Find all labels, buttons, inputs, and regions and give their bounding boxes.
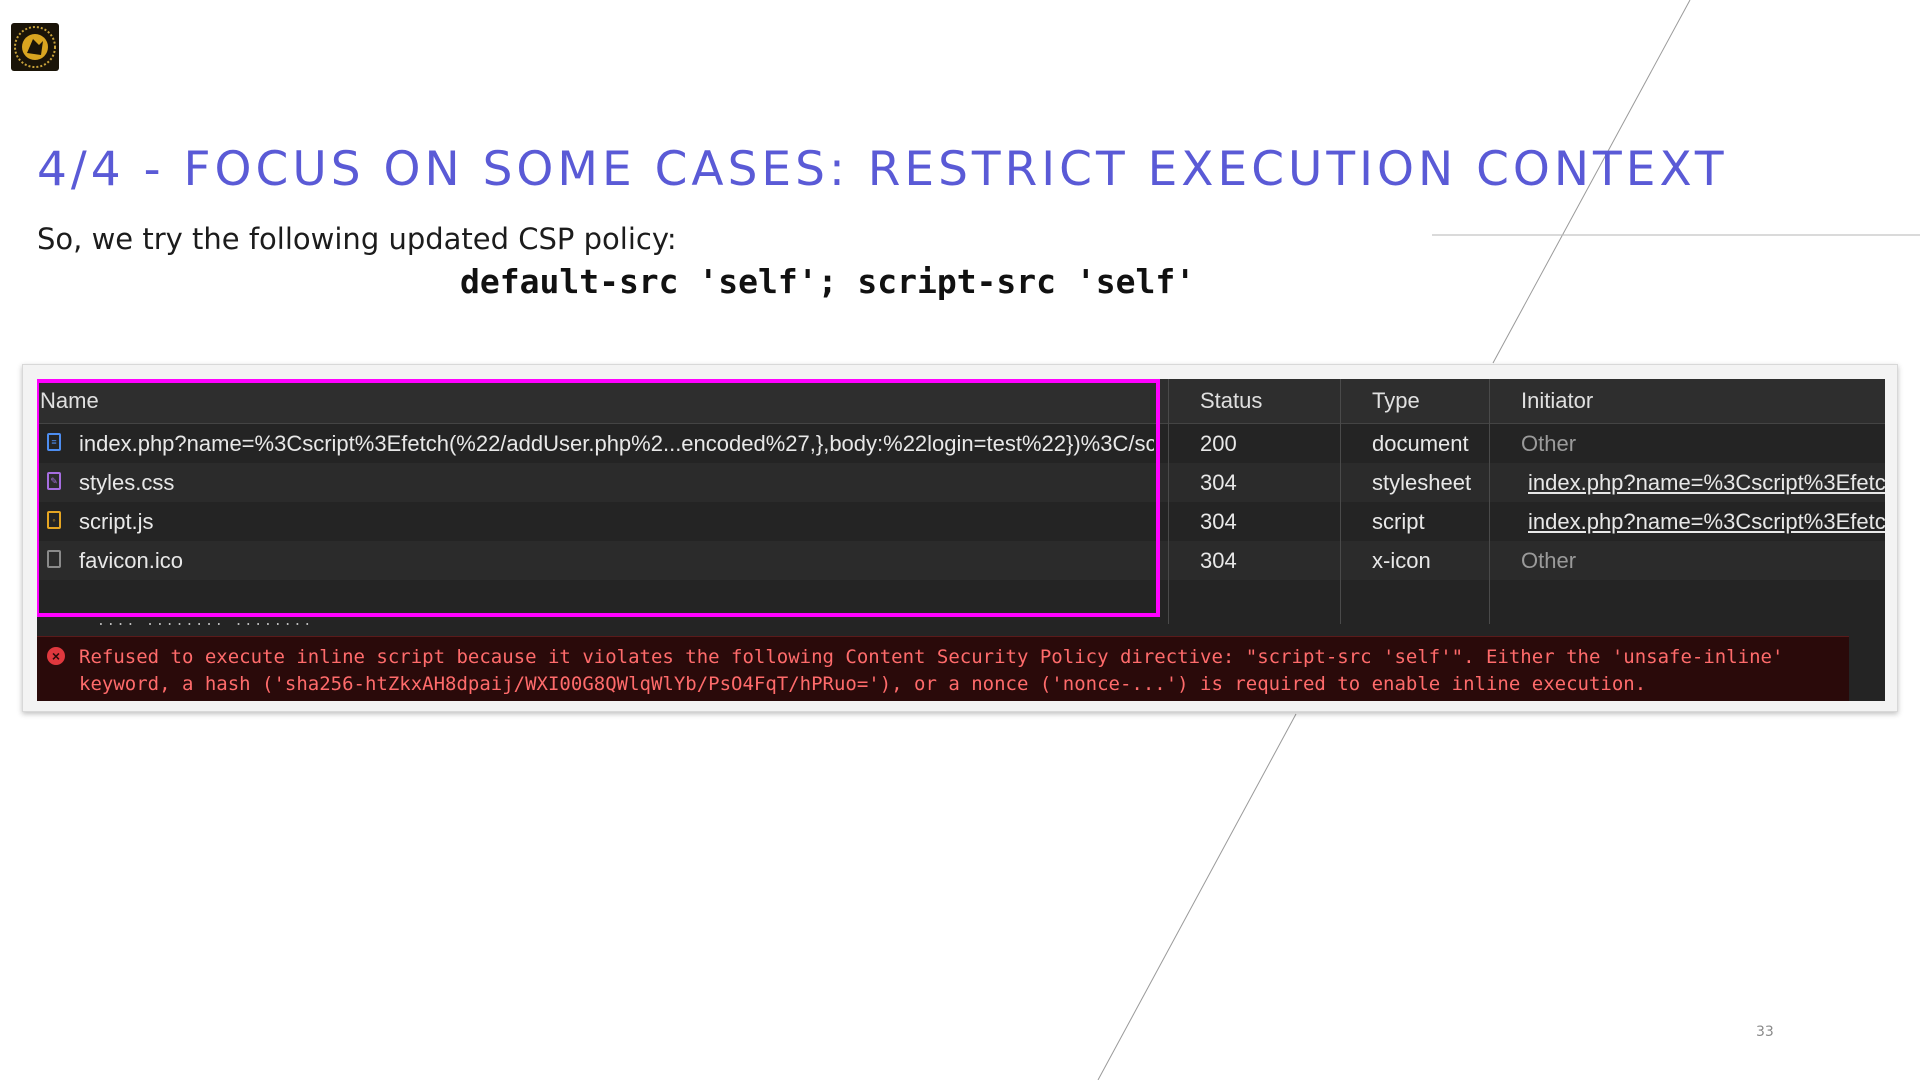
row-status: 304: [1200, 470, 1237, 495]
row-name: favicon.ico: [79, 548, 183, 573]
row-name: styles.css: [79, 470, 175, 495]
network-row[interactable]: favicon.ico 304 x-icon Other: [37, 541, 1885, 580]
row-status: 200: [1200, 431, 1237, 456]
column-divider[interactable]: [1489, 379, 1490, 624]
row-initiator: Other: [1521, 431, 1577, 456]
row-name: script.js: [79, 509, 154, 534]
page-number: 33: [1756, 1024, 1774, 1040]
header-status[interactable]: Status: [1200, 388, 1262, 414]
row-type: stylesheet: [1372, 470, 1472, 495]
clipped-console-line: .... ........ ........: [97, 617, 314, 625]
network-row[interactable]: ◦ script.js 304 script index.php?name=%3…: [37, 502, 1885, 541]
header-type[interactable]: Type: [1372, 388, 1420, 414]
document-icon: ≡: [47, 433, 61, 451]
row-status: 304: [1200, 509, 1237, 534]
row-initiator: Other: [1521, 548, 1577, 573]
row-status: 304: [1200, 548, 1237, 573]
column-divider[interactable]: [1340, 379, 1341, 624]
network-row[interactable]: ≡ index.php?name=%3Cscript%3Efetch(%22/a…: [37, 424, 1885, 463]
error-icon: ×: [47, 647, 65, 665]
console-error-message: × Refused to execute inline script becau…: [37, 636, 1849, 701]
header-name[interactable]: Name: [40, 388, 99, 414]
devtools-screenshot: Name Status Type Initiator ≡ index.php?n…: [22, 364, 1898, 712]
stylesheet-icon: ✎: [47, 472, 61, 490]
row-type: x-icon: [1372, 548, 1431, 573]
row-type: document: [1372, 431, 1469, 456]
row-initiator-link[interactable]: index.php?name=%3Cscript%3Efetch(%2: [1528, 509, 1885, 535]
devtools-network-panel: Name Status Type Initiator ≡ index.php?n…: [37, 379, 1885, 701]
logo: [11, 23, 59, 71]
csp-policy-code: default-src 'self'; script-src 'self': [460, 262, 1196, 301]
row-initiator-link[interactable]: index.php?name=%3Cscript%3Efetch(%2: [1528, 470, 1885, 496]
network-row[interactable]: ✎ styles.css 304 stylesheet index.php?na…: [37, 463, 1885, 502]
column-divider[interactable]: [1168, 379, 1169, 624]
file-icon: [47, 550, 61, 568]
intro-text: So, we try the following updated CSP pol…: [37, 222, 677, 256]
slide-title: 4/4 - FOCUS ON SOME CASES: RESTRICT EXEC…: [37, 142, 1728, 197]
error-text: Refused to execute inline script because…: [79, 646, 1784, 695]
network-header-row: Name Status Type Initiator: [37, 379, 1885, 424]
header-initiator[interactable]: Initiator: [1521, 388, 1593, 414]
row-name: index.php?name=%3Cscript%3Efetch(%22/add…: [79, 431, 1154, 456]
row-type: script: [1372, 509, 1425, 534]
diagonal-line: [1097, 713, 1297, 1080]
script-icon: ◦: [47, 511, 61, 529]
